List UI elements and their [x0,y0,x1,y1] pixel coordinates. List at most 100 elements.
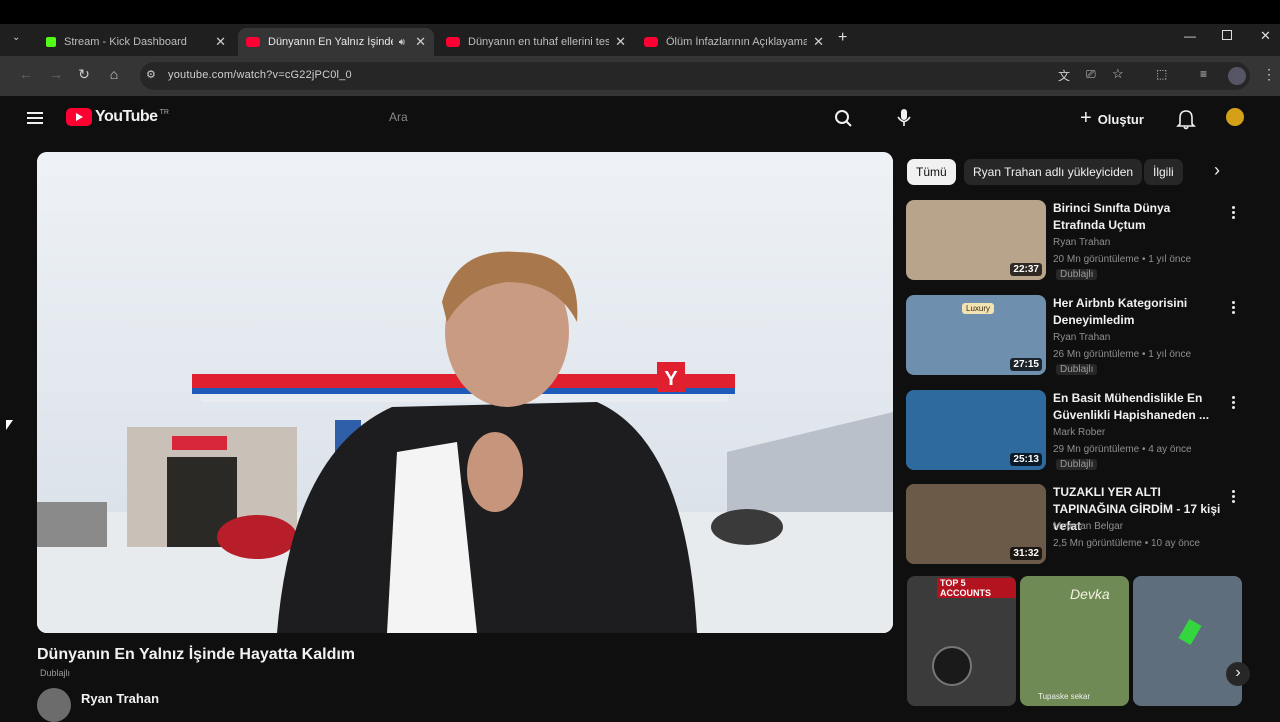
recommendation-item[interactable]: 22:37 Birinci Sınıfta Dünya Etrafında Uç… [906,200,1246,284]
dubbed-badge: Dublajlı [1056,269,1098,280]
create-button[interactable]: + Oluştur [1080,104,1144,134]
youtube-wordmark: YouTube [95,108,158,125]
video-thumbnail[interactable]: 31:32 [906,484,1046,564]
address-bar-row: ← → ↻ ⌂ ⚙ youtube.com/watch?v=cG22jPC0l_… [0,56,1280,96]
search-icon [835,110,852,127]
kick-favicon-icon [46,37,56,47]
home-icon[interactable]: ⌂ [104,66,124,82]
close-tab-icon[interactable]: ✕ [415,34,426,50]
tab-search-icon[interactable]: ⌄ [12,32,20,43]
recommendation-title[interactable]: Birinci Sınıfta Dünya Etrafında Uçtum [1053,200,1223,234]
recommendation-channel[interactable]: Mark Rober [1053,427,1105,438]
recommendation-meta: 20 Mn görüntüleme • 1 yıl önce [1053,254,1192,265]
recommendation-channel[interactable]: Ryan Trahan [1053,332,1110,343]
tab-video-3[interactable]: Ölüm İnfazlarının Açıklayamadığı ✕ [636,28,832,56]
close-tab-icon[interactable]: ✕ [813,34,824,50]
cast-icon[interactable]: ⎚ [1086,67,1096,82]
menu-icon[interactable] [27,109,43,127]
tab-title: Dünyanın en tuhaf ellerini test ettim [468,36,610,48]
short-thumbnail[interactable] [1133,576,1242,706]
dubbed-badge: Dublajlı [1056,459,1098,470]
media-control-icon[interactable]: ≡ [1200,67,1207,81]
video-frame: Y [37,152,893,633]
video-thumbnail[interactable]: Luxury 27:15 [906,295,1046,375]
more-options-icon[interactable] [1232,299,1238,316]
dubbed-badge: Dublajlı [1056,364,1098,375]
account-avatar[interactable] [1226,108,1244,126]
bookmark-star-icon[interactable]: ☆ [1112,66,1124,82]
recommendation-meta: 26 Mn görüntüleme • 1 yıl önce [1053,349,1192,360]
browser-menu-icon[interactable]: ⋮ [1262,66,1276,83]
more-options-icon[interactable] [1232,394,1238,411]
short-thumbnail[interactable]: TOP 5 ACCOUNTS [907,576,1016,706]
short-caption: Tupaske sekar [1038,692,1091,701]
search-button[interactable] [824,100,864,140]
short-label: TOP 5 ACCOUNTS [937,578,1016,598]
voice-search-button[interactable] [886,100,922,136]
short-thumbnail[interactable]: Devka Tupaske sekar [1020,576,1129,706]
speaker-icon[interactable]: 🔊︎ [399,37,405,48]
shorts-next-button[interactable]: › [1226,662,1250,686]
video-duration: 25:13 [1010,453,1042,466]
notifications-button[interactable] [1176,108,1196,135]
close-tab-icon[interactable]: ✕ [615,34,626,50]
more-options-icon[interactable] [1232,204,1238,221]
video-thumbnail[interactable]: 25:13 [906,390,1046,470]
youtube-header: YouTube TR Ara + Oluştur [0,96,1280,142]
more-options-icon[interactable] [1232,488,1238,505]
url-text: youtube.com/watch?v=cG22jPC0l_0 [168,69,352,81]
region-code: TR [159,108,169,116]
forward-icon[interactable]: → [46,66,66,82]
tab-title: Dünyanın En Yalnız İşinde Hayatta Kaldım [268,36,393,48]
short-label: Devka [1070,586,1110,602]
back-icon[interactable]: ← [16,66,36,82]
chip-related[interactable]: İlgili [1144,159,1183,185]
tab-current-video[interactable]: Dünyanın En Yalnız İşinde Hayatta Kaldım… [238,28,434,56]
channel-name[interactable]: Ryan Trahan [81,691,159,706]
channel-avatar[interactable] [37,688,71,722]
reload-icon[interactable]: ↻ [74,66,94,83]
minimize-icon[interactable]: — [1184,29,1196,43]
tab-kick-dashboard[interactable]: Stream - Kick Dashboard ✕ [38,28,234,56]
recommendation-meta: 2,5 Mn görüntüleme • 10 ay önce [1053,538,1200,549]
tab-strip: ⌄ Stream - Kick Dashboard ✕ Dünyanın En … [0,24,1280,56]
arrow-graphic [1178,618,1202,646]
video-duration: 31:32 [1010,547,1042,560]
close-window-icon[interactable]: ✕ [1260,28,1271,44]
maximize-icon[interactable] [1222,30,1232,40]
camera-lens-graphic [932,646,972,686]
translate-icon[interactable]: 文 [1058,67,1070,84]
station-sign: Y [664,368,678,390]
recommendation-item[interactable]: 25:13 En Basit Mühendislikle En Güvenlik… [906,390,1246,474]
bell-icon [1176,110,1196,130]
video-title: Dünyanın En Yalnız İşinde Hayatta Kaldım [37,646,356,663]
tab-title: Ölüm İnfazlarının Açıklayamadığı [666,36,808,48]
address-bar[interactable]: ⚙ youtube.com/watch?v=cG22jPC0l_0 文 ⎚ ☆ … [140,62,1250,90]
recommendation-channel[interactable]: Meyman Belgar [1053,521,1123,532]
recommendation-title[interactable]: Her Airbnb Kategorisini Deneyimledim [1053,295,1223,329]
video-thumbnail[interactable]: 22:37 [906,200,1046,280]
site-info-icon[interactable]: ⚙ [146,68,156,81]
chevron-right-icon[interactable]: › [1214,160,1220,181]
search-input[interactable]: Ara [389,110,408,124]
new-tab-icon[interactable]: + [838,29,847,47]
recommendation-item[interactable]: 31:32 TUZAKLI YER ALTI TAPINAĞINA GİRDİM… [906,484,1246,568]
chip-all[interactable]: Tümü [907,159,956,185]
tab-video-2[interactable]: Dünyanın en tuhaf ellerini test ettim ✕ [438,28,634,56]
create-label: Oluştur [1097,111,1144,127]
tab-title: Stream - Kick Dashboard [64,36,187,48]
recommendation-item[interactable]: Luxury 27:15 Her Airbnb Kategorisini Den… [906,295,1246,379]
video-duration: 27:15 [1010,358,1042,371]
recommendation-title[interactable]: En Basit Mühendislikle En Güvenlikli Hap… [1053,390,1223,424]
extensions-icon[interactable]: ⬚ [1156,67,1167,81]
video-duration: 22:37 [1010,263,1042,276]
microphone-icon [897,109,911,126]
video-player[interactable]: Y [37,152,893,633]
profile-avatar[interactable] [1228,67,1246,85]
window-top-bar [0,0,1280,24]
chip-from-uploader[interactable]: Ryan Trahan adlı yükleyiciden [964,159,1143,185]
youtube-favicon-icon [446,37,460,47]
recommendation-channel[interactable]: Ryan Trahan [1053,237,1110,248]
youtube-logo[interactable]: YouTube TR [66,108,169,126]
close-tab-icon[interactable]: ✕ [215,34,226,50]
